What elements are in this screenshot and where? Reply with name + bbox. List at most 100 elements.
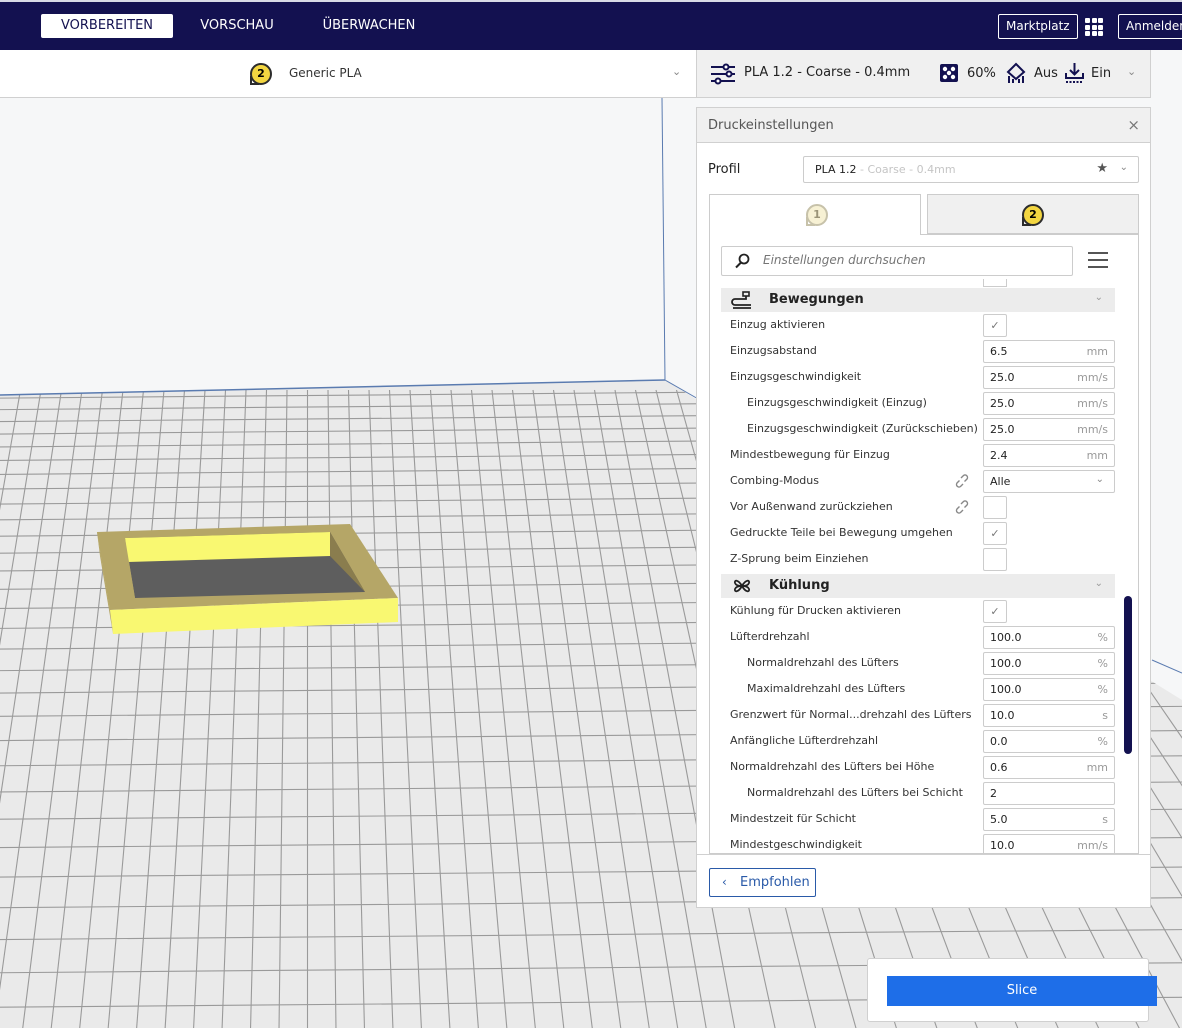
favorite-star-icon[interactable]: ★	[1096, 161, 1108, 176]
tab-extruder-1[interactable]: 1	[709, 194, 921, 235]
panel-header: Druckeinstellungen ×	[697, 108, 1150, 143]
sign-in-button[interactable]: Anmelden	[1118, 14, 1182, 39]
top-navigation-bar: VORBEREITEN VORSCHAU ÜBERWACHEN Marktpla…	[0, 0, 1182, 50]
category-label: Kühlung	[769, 578, 830, 593]
slice-button[interactable]: Slice	[887, 976, 1157, 1006]
chevron-down-icon: ⌄	[1119, 162, 1128, 173]
setting-row: Mindestgeschwindigkeit 10.0 mm/s	[721, 833, 1115, 853]
min-layer-time-field[interactable]: 5.0 s	[983, 808, 1115, 831]
setting-row: Combing-Modus Alle ⌄	[721, 469, 1115, 495]
marketplace-button[interactable]: Marktplatz	[998, 14, 1078, 39]
apps-grid-icon[interactable]	[1085, 18, 1103, 36]
setting-row: Einzug aktivieren ✓	[721, 313, 1115, 339]
infill-icon	[940, 64, 958, 82]
settings-search[interactable]	[721, 246, 1073, 276]
profile-subtitle: - Coarse - 0.4mm	[856, 163, 956, 176]
link-icon[interactable]	[954, 499, 970, 515]
tab-monitor[interactable]: ÜBERWACHEN	[316, 14, 422, 38]
recommended-mode-button[interactable]: ‹ Empfohlen	[709, 868, 816, 897]
setting-row: Vor Außenwand zurückziehen	[721, 495, 1115, 521]
setting-row: Maximaldrehzahl des Lüfters 100.0%	[721, 677, 1115, 703]
chevron-down-icon: ⌄	[1094, 578, 1103, 589]
search-input[interactable]	[763, 253, 1063, 267]
category-travel[interactable]: Bewegungen ⌄	[721, 288, 1115, 312]
retraction-retract-speed-field[interactable]: 25.0 mm/s	[983, 392, 1115, 415]
tab-extruder-2[interactable]: 2	[927, 194, 1139, 234]
extruder-badge-icon: 2	[250, 63, 272, 85]
profile-summary: PLA 1.2 - Coarse - 0.4mm	[744, 65, 911, 80]
chevron-down-icon: ⌄	[1094, 292, 1103, 303]
fan-speed-height-field[interactable]: 0.6 mm	[983, 756, 1115, 779]
setting-row: Mindestzeit für Schicht 5.0 s	[721, 807, 1115, 833]
travel-icon	[731, 291, 751, 309]
retraction-distance-field[interactable]: 6.5 mm	[983, 340, 1115, 363]
adhesion-value: Ein	[1091, 66, 1112, 81]
setting-row: Normaldrehzahl des Lüfters bei Schicht 2	[721, 781, 1115, 807]
slice-panel: Slice	[867, 958, 1157, 1022]
cura-window: VORBEREITEN VORSCHAU ÜBERWACHEN Marktpla…	[0, 0, 1182, 1028]
sliders-icon	[711, 63, 735, 85]
support-value: Aus	[1034, 66, 1058, 81]
setting-row: Anfängliche Lüfterdrehzahl 0.0%	[721, 729, 1115, 755]
material-name: Generic PLA	[289, 66, 362, 80]
link-icon[interactable]	[954, 473, 970, 489]
adhesion-icon	[1065, 63, 1084, 83]
avoid-printed-parts-checkbox[interactable]: ✓	[983, 522, 1007, 545]
settings-container: Bewegungen ⌄ Einzug aktivieren ✓ Einzugs…	[709, 234, 1139, 854]
setting-row: Einzugsabstand 6.5 mm	[721, 339, 1115, 365]
panel-title: Druckeinstellungen	[708, 118, 834, 133]
panel-footer: ‹ Empfohlen	[697, 854, 1150, 908]
extruder-badge-icon: 1	[806, 204, 828, 226]
chevron-down-icon: ⌄	[1095, 474, 1104, 485]
retraction-min-travel-field[interactable]: 2.4 mm	[983, 444, 1115, 467]
model-frame[interactable]	[97, 524, 398, 634]
settings-visibility-menu-icon[interactable]	[1088, 252, 1108, 268]
combing-mode-select[interactable]: Alle ⌄	[983, 470, 1115, 493]
extruder-badge-icon: 2	[1022, 204, 1044, 226]
chevron-left-icon: ‹	[722, 875, 727, 889]
tab-prepare[interactable]: VORBEREITEN	[41, 14, 173, 38]
initial-fan-speed-field[interactable]: 0.0%	[983, 730, 1115, 753]
setting-row: Gedruckte Teile bei Bewegung umgehen ✓	[721, 521, 1115, 547]
retraction-prime-speed-field[interactable]: 25.0 mm/s	[983, 418, 1115, 441]
min-speed-field[interactable]: 10.0 mm/s	[983, 834, 1115, 853]
fan-icon	[733, 579, 751, 593]
setting-row: Einzugsgeschwindigkeit (Einzug) 25.0 mm/s	[721, 391, 1115, 417]
fan-threshold-field[interactable]: 10.0 s	[983, 704, 1115, 727]
print-settings-panel: Druckeinstellungen × Profil PLA 1.2 - Co…	[696, 107, 1151, 908]
regular-fan-speed-field[interactable]: 100.0%	[983, 652, 1115, 675]
infill-value: 60%	[967, 66, 996, 81]
retraction-enable-checkbox[interactable]: ✓	[983, 314, 1007, 337]
profile-dropdown[interactable]: PLA 1.2 - Coarse - 0.4mm ★ ⌄	[803, 156, 1139, 183]
profile-name: PLA 1.2	[815, 163, 857, 176]
chevron-down-icon: ⌄	[1127, 65, 1137, 78]
setting-row: Lüfterdrehzahl 100.0%	[721, 625, 1115, 651]
retract-before-outer-wall-checkbox[interactable]	[983, 496, 1007, 519]
category-cooling[interactable]: Kühlung ⌄	[721, 574, 1115, 598]
setting-row: Z-Sprung beim Einziehen	[721, 547, 1115, 573]
chevron-down-icon: ⌄	[672, 65, 682, 78]
setting-row: Kühlung für Drucken aktivieren ✓	[721, 599, 1115, 625]
z-hop-checkbox[interactable]	[983, 548, 1007, 571]
max-fan-speed-field[interactable]: 100.0%	[983, 678, 1115, 701]
enable-cooling-checkbox[interactable]: ✓	[983, 600, 1007, 623]
category-label: Bewegungen	[769, 292, 864, 307]
checkbox-partial	[983, 279, 1007, 287]
setting-row: Normaldrehzahl des Lüfters bei Höhe 0.6 m…	[721, 755, 1115, 781]
print-setup-selector[interactable]: PLA 1.2 - Coarse - 0.4mm 60% Aus Ein ⌄	[696, 50, 1151, 98]
setting-row: Normaldrehzahl des Lüfters 100.0%	[721, 651, 1115, 677]
setting-row: Einzugsgeschwindigkeit 25.0 mm/s	[721, 365, 1115, 391]
search-icon	[735, 253, 750, 269]
fan-speed-layer-field[interactable]: 2	[983, 782, 1115, 805]
material-selector[interactable]: 2 Generic PLA ⌄	[0, 50, 696, 98]
profile-label: Profil	[708, 162, 741, 177]
support-icon	[1006, 62, 1026, 83]
settings-scrollbar[interactable]	[1124, 596, 1132, 754]
setting-row: Grenzwert für Normal...drehzahl des Lüft…	[721, 703, 1115, 729]
setting-row: Einzugsgeschwindigkeit (Zurückschieben) …	[721, 417, 1115, 443]
retraction-speed-field[interactable]: 25.0 mm/s	[983, 366, 1115, 389]
setting-row: Mindestbewegung für Einzug 2.4 mm	[721, 443, 1115, 469]
fan-speed-field[interactable]: 100.0%	[983, 626, 1115, 649]
close-icon[interactable]: ×	[1127, 116, 1140, 134]
tab-preview[interactable]: VORSCHAU	[190, 14, 284, 38]
